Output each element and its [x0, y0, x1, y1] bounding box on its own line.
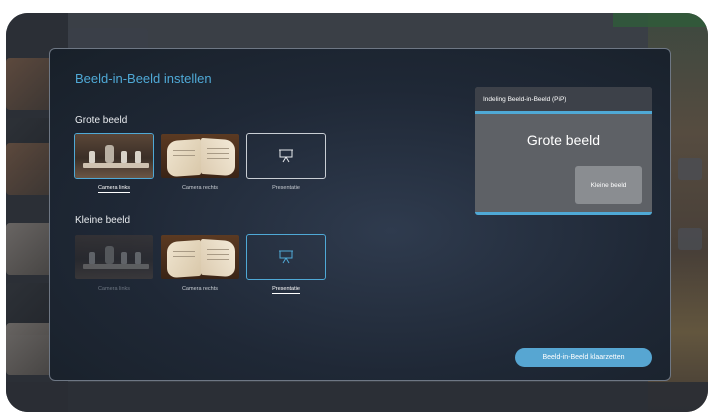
source-label: Camera links	[97, 185, 131, 193]
presentation-thumbnail[interactable]	[246, 133, 326, 179]
small-view-label: Kleine beeld	[75, 215, 131, 226]
room-image	[75, 235, 153, 279]
camera-right-thumbnail[interactable]	[160, 234, 240, 280]
source-label: Presentatie	[272, 185, 300, 191]
camera-left-thumbnail[interactable]	[74, 133, 154, 179]
preview-large-label: Grote beeld	[526, 132, 601, 148]
large-source-camera-left[interactable]: Camera links	[74, 133, 154, 193]
room-image	[75, 134, 153, 178]
source-label: Camera rechts	[181, 185, 219, 191]
background-chevron-down-icon	[678, 228, 702, 250]
small-source-presentation[interactable]: Presentatie	[246, 234, 326, 294]
camera-right-thumbnail[interactable]	[160, 133, 240, 179]
large-source-camera-right[interactable]: Camera rechts	[160, 133, 240, 193]
book-image	[161, 134, 239, 178]
presentation-thumbnail[interactable]	[246, 234, 326, 280]
background-bottom-bar	[6, 382, 708, 412]
pip-settings-dialog: Beeld-in-Beeld instellen Grote beeld Cam…	[49, 48, 671, 381]
apply-pip-button[interactable]: Beeld-in-Beeld klaarzetten	[515, 348, 652, 367]
presentation-icon	[279, 149, 293, 163]
preview-footer-line	[475, 212, 652, 215]
source-label: Camera links	[97, 286, 131, 292]
background-chevron-up-icon	[678, 158, 702, 180]
camera-left-thumbnail	[74, 234, 154, 280]
presentation-icon	[279, 250, 293, 264]
large-source-row: Camera links Camera rechts Presentatie	[74, 133, 326, 193]
small-source-row: Camera links Camera rechts Presentatie	[74, 234, 326, 294]
pip-layout-preview: Indeling Beeld-in-Beeld (PiP) Grote beel…	[475, 87, 652, 215]
large-source-presentation[interactable]: Presentatie	[246, 133, 326, 193]
background-preview-bar	[613, 13, 708, 27]
small-source-camera-right[interactable]: Camera rechts	[160, 234, 240, 294]
app-screen: Beeld-in-Beeld instellen Grote beeld Cam…	[6, 13, 708, 412]
dialog-title: Beeld-in-Beeld instellen	[75, 71, 212, 86]
small-source-camera-left: Camera links	[74, 234, 154, 294]
book-image	[161, 235, 239, 279]
preview-small-window: Kleine beeld	[575, 166, 642, 204]
preview-header: Indeling Beeld-in-Beeld (PiP)	[475, 87, 652, 114]
source-label: Camera rechts	[181, 286, 219, 292]
large-view-label: Grote beeld	[75, 115, 128, 126]
source-label: Presentatie	[272, 286, 300, 294]
